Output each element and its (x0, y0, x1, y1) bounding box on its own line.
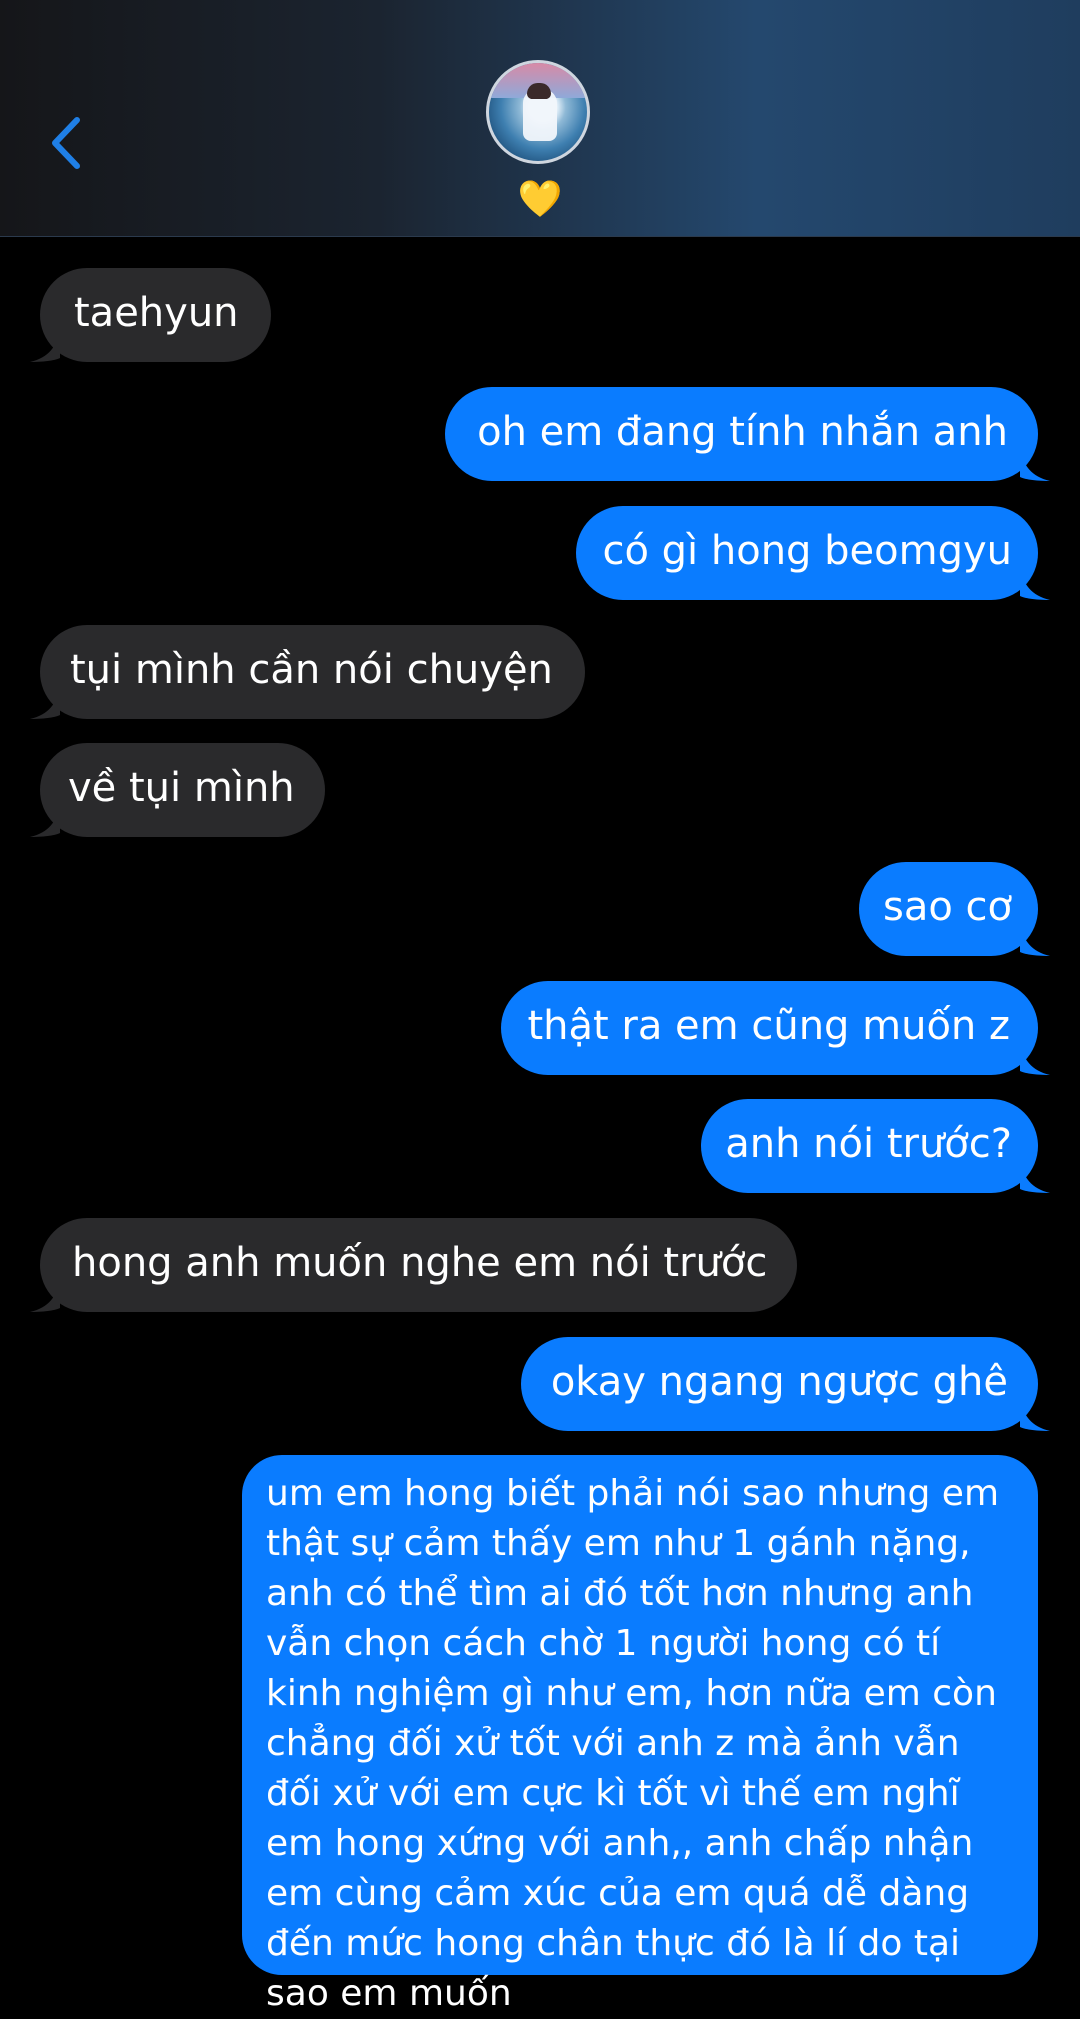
message-bubble-outgoing[interactable]: có gì hong beomgyu (576, 506, 1050, 600)
message-bubble-outgoing[interactable]: um em hong biết phải nói sao nhưng em th… (242, 1455, 1038, 2014)
message-bubble-incoming[interactable]: taehyun (30, 268, 271, 362)
message-text: anh nói trước? (725, 1121, 1012, 1167)
message-bubble-incoming[interactable]: về tụi mình (30, 743, 325, 837)
message-text: oh em đang tính nhắn anh (477, 409, 1008, 455)
message-bubble-incoming[interactable]: tụi mình cần nói chuyện (30, 625, 585, 719)
message-bubble-outgoing[interactable]: anh nói trước? (701, 1099, 1050, 1193)
contact-name[interactable]: 💛 (0, 180, 1080, 220)
avatar-hair (527, 83, 551, 99)
bubble-tail (1020, 1397, 1050, 1431)
message-text: hong anh muốn nghe em nói trước (72, 1240, 768, 1286)
bubble-tail (30, 803, 60, 837)
bubble-tail (1020, 922, 1050, 956)
message-text: về tụi mình (68, 765, 295, 811)
message-text: thật ra em cũng muốn z (527, 1003, 1010, 1049)
message-text: taehyun (74, 290, 239, 336)
message-bubble-outgoing[interactable]: thật ra em cũng muốn z (501, 981, 1050, 1075)
chat-header: 💛 (0, 0, 1080, 237)
message-text: um em hong biết phải nói sao nhưng em th… (266, 1473, 1000, 2014)
bubble-tail (1020, 1041, 1050, 1075)
message-text: có gì hong beomgyu (602, 528, 1012, 574)
bubble-tail (1020, 1159, 1050, 1193)
bubble-tail (30, 685, 60, 719)
contact-avatar[interactable] (486, 60, 590, 164)
message-bubble-incoming[interactable]: hong anh muốn nghe em nói trước (30, 1218, 798, 1312)
bubble-tail (1020, 447, 1050, 481)
message-bubble-outgoing[interactable]: oh em đang tính nhắn anh (445, 387, 1050, 481)
back-button[interactable] (36, 108, 96, 178)
chevron-left-icon (52, 117, 80, 169)
message-text: tụi mình cần nói chuyện (70, 647, 553, 693)
bubble-tail (30, 328, 60, 362)
bubble-tail (1020, 566, 1050, 600)
message-bubble-outgoing[interactable]: sao cơ (858, 862, 1050, 956)
message-text: sao cơ (882, 884, 1012, 930)
message-text: okay ngang ngược ghê (550, 1359, 1008, 1405)
message-bubble-outgoing[interactable]: okay ngang ngược ghê (520, 1337, 1050, 1431)
bubble-tail (30, 1278, 60, 1312)
